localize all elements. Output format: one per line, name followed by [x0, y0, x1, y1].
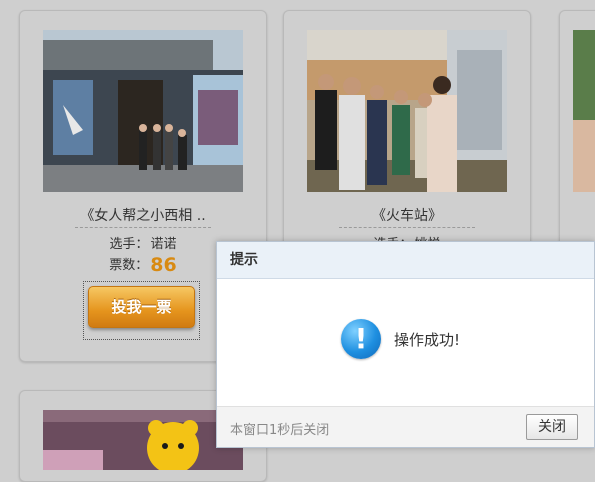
contestant-title[interactable]: 《女人帮之小西相 ..	[30, 205, 256, 225]
auto-close-notice: 本窗口1秒后关闭	[230, 423, 330, 438]
alert-dialog: 提示 ! 操作成功! 本窗口1秒后关闭 关闭	[216, 241, 595, 448]
contestant-photo[interactable]	[43, 410, 243, 470]
dialog-title[interactable]: 提示	[217, 242, 594, 279]
votes-count: 86	[150, 254, 177, 276]
contestant-photo[interactable]	[43, 30, 243, 192]
votes-label: 票数：	[109, 258, 149, 273]
vote-button[interactable]: 投我一票	[88, 286, 195, 328]
info-icon: !	[341, 319, 381, 359]
player-label: 选手：	[109, 237, 149, 252]
contestant-photo[interactable]	[573, 30, 595, 192]
vote-button-focus-ring: 投我一票	[83, 281, 200, 340]
dialog-body: ! 操作成功!	[217, 279, 594, 406]
divider	[339, 227, 475, 228]
contestant-title[interactable]: 《火车站》	[294, 205, 520, 225]
divider	[75, 227, 211, 228]
close-button[interactable]: 关闭	[526, 414, 578, 440]
player-name: 诺诺	[150, 237, 177, 252]
contestant-photo[interactable]	[307, 30, 507, 192]
dialog-footer: 本窗口1秒后关闭 关闭	[217, 406, 594, 447]
dialog-message: 操作成功!	[394, 331, 461, 349]
